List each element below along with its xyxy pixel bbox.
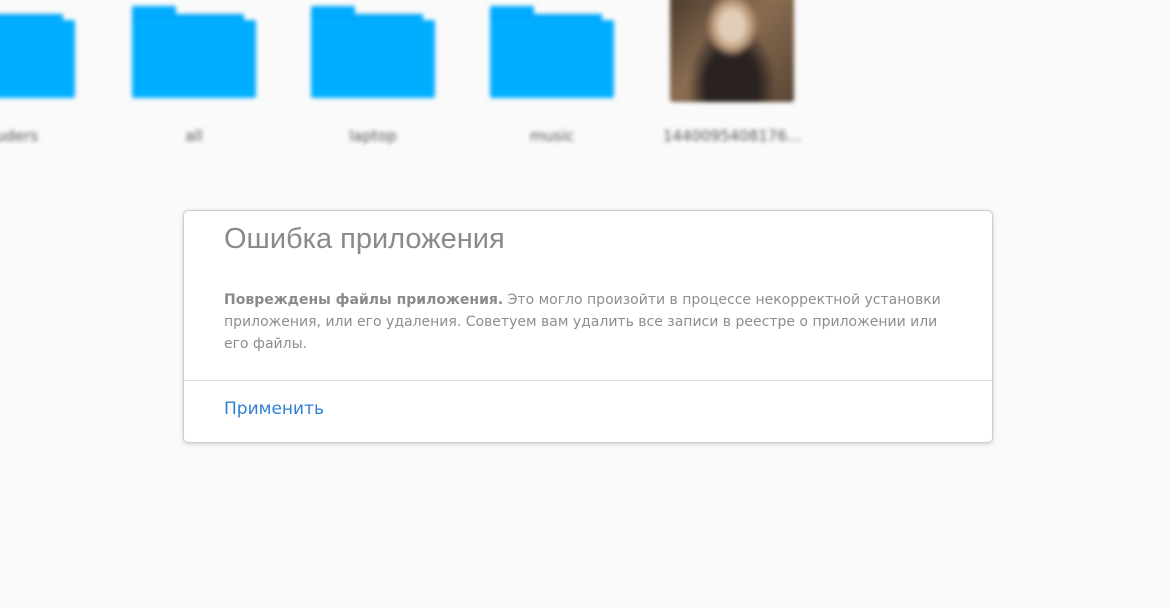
dialog-message: Повреждены файлы приложения. Это могло п…: [224, 289, 964, 355]
image-thumbnail: [670, 0, 794, 102]
folder-icon: [132, 0, 256, 100]
file-tile-folder[interactable]: laptop: [303, 0, 443, 160]
desktop-stage: suders all laptop music: [0, 0, 1171, 608]
file-label: all: [185, 127, 203, 145]
file-label: 1440095408176...: [662, 127, 802, 145]
error-dialog: Ошибка приложения Повреждены файлы прило…: [183, 210, 993, 443]
file-label: music: [529, 127, 575, 145]
folder-icon: [311, 0, 435, 100]
file-tile-folder[interactable]: suders: [0, 0, 83, 160]
file-label: laptop: [349, 127, 397, 145]
dialog-divider: [184, 380, 992, 381]
file-tile-image[interactable]: 1440095408176...: [662, 0, 802, 160]
file-tile-folder[interactable]: music: [482, 0, 622, 160]
file-grid: suders all laptop music: [0, 0, 1171, 170]
dialog-message-strong: Повреждены файлы приложения.: [224, 292, 504, 308]
file-label: suders: [0, 127, 39, 145]
folder-icon: [0, 0, 75, 100]
file-tile-folder[interactable]: all: [124, 0, 264, 160]
folder-icon: [490, 0, 614, 100]
apply-button[interactable]: Применить: [224, 399, 324, 419]
dialog-title: Ошибка приложения: [224, 223, 505, 255]
